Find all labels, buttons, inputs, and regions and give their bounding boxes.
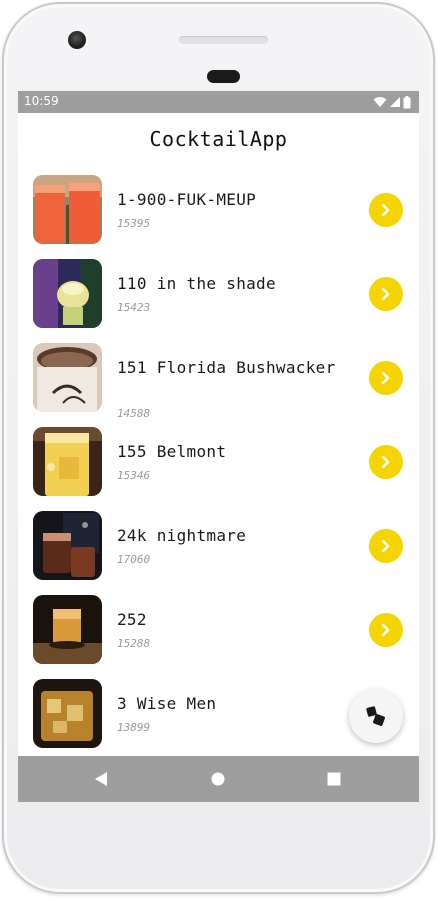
cocktail-name: 24k nightmare — [117, 526, 247, 545]
cocktail-id: 15288 — [117, 637, 151, 650]
status-icons — [373, 95, 411, 109]
cocktail-id: 14588 — [117, 407, 151, 420]
home-icon — [211, 772, 225, 786]
list-item[interactable]: 24k nightmare 17060 — [18, 511, 419, 595]
cocktail-thumbnail — [33, 427, 102, 496]
cocktail-id: 13899 — [117, 721, 151, 734]
chevron-right-icon — [381, 539, 390, 553]
earpiece — [207, 70, 240, 83]
cocktail-thumbnail — [33, 595, 102, 664]
cocktail-id: 15395 — [117, 217, 151, 230]
cocktail-name: 151 Florida Bushwacker — [117, 358, 336, 377]
wifi-icon — [373, 97, 387, 107]
chevron-right-icon — [381, 203, 390, 217]
battery-icon — [403, 95, 411, 108]
list-item[interactable]: 151 Florida Bushwacker 14588 — [18, 343, 419, 427]
cocktail-name: 3 Wise Men — [117, 694, 217, 713]
cocktail-name: 1-900-FUK-MEUP — [117, 190, 257, 209]
cocktail-thumbnail — [33, 175, 102, 244]
chevron-right-icon — [381, 287, 390, 301]
back-icon — [95, 772, 107, 786]
list-item[interactable]: 110 in the shade 15423 — [18, 259, 419, 343]
nav-recents-button[interactable] — [321, 766, 347, 792]
nav-home-button[interactable] — [205, 766, 231, 792]
chevron-right-icon — [381, 455, 390, 469]
cocktail-name: 155 Belmont — [117, 442, 227, 461]
app-title: CocktailApp — [149, 127, 288, 151]
chevron-right-icon — [381, 623, 390, 637]
signal-icon — [390, 97, 400, 107]
cocktail-id: 15346 — [117, 469, 151, 482]
open-cocktail-button[interactable] — [369, 613, 403, 647]
chevron-right-icon — [381, 371, 390, 385]
cocktail-id: 17060 — [117, 553, 151, 566]
open-cocktail-button[interactable] — [369, 277, 403, 311]
cocktail-thumbnail — [33, 259, 102, 328]
app-screen: 10:59 CocktailApp 1-900-FUK-MEUP 15395 1… — [18, 91, 419, 802]
status-time: 10:59 — [24, 94, 59, 108]
list-item[interactable]: 1-900-FUK-MEUP 15395 — [18, 175, 419, 259]
cocktail-id: 15423 — [117, 301, 151, 314]
open-cocktail-button[interactable] — [369, 193, 403, 227]
open-cocktail-button[interactable] — [369, 529, 403, 563]
cocktail-thumbnail — [33, 343, 102, 412]
cocktail-name: 110 in the shade — [117, 274, 276, 293]
list-item[interactable]: 252 15288 — [18, 595, 419, 679]
dice-icon — [366, 706, 385, 726]
nav-back-button[interactable] — [88, 766, 114, 792]
system-nav-bar — [18, 756, 419, 802]
open-cocktail-button[interactable] — [369, 361, 403, 395]
recents-icon — [327, 772, 341, 786]
random-cocktail-button[interactable] — [349, 689, 403, 743]
speaker-grill — [179, 36, 268, 44]
cocktail-thumbnail — [33, 511, 102, 580]
open-cocktail-button[interactable] — [369, 445, 403, 479]
cocktail-name: 252 — [117, 610, 147, 629]
front-camera-icon — [68, 31, 86, 49]
cocktail-thumbnail — [33, 679, 102, 748]
list-item[interactable]: 155 Belmont 15346 — [18, 427, 419, 511]
status-bar: 10:59 — [18, 91, 419, 113]
